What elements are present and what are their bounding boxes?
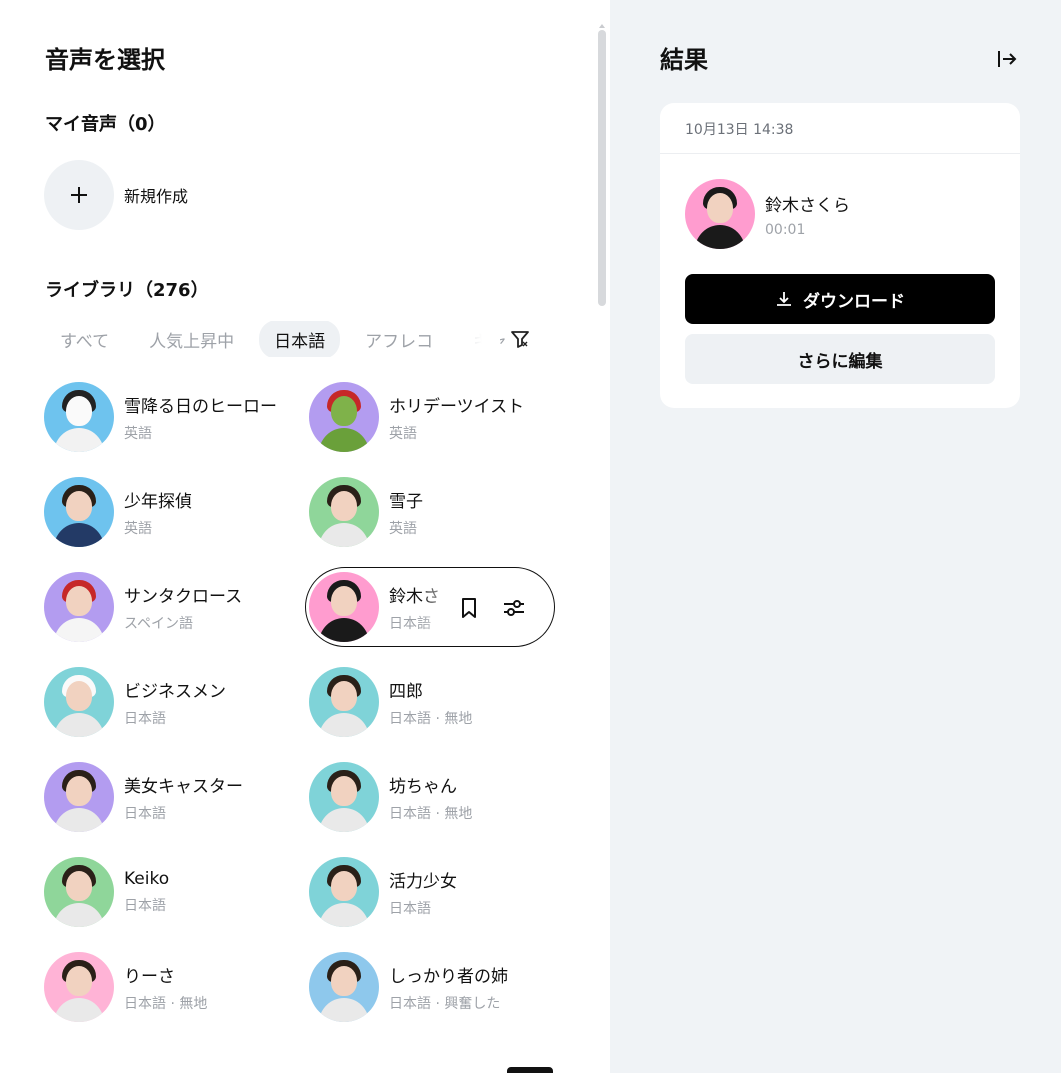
voice-language: 英語 [124,425,152,442]
selected-fade [422,575,452,635]
voice-language: 日本語 · 興奮した [389,995,501,1012]
voice-name: サンタクロース [124,586,243,607]
voice-name: 美女キャスター [124,776,243,797]
voice-selection-panel: 音声を選択 マイ音声（0） 新規作成 ライブラリ（276） すべて 人気上昇中 … [0,0,610,1073]
snowman-avatar [44,382,114,452]
tab-dubbing[interactable]: アフレコ [350,321,448,357]
voice-item[interactable]: 四郎日本語 · 無地 [309,667,472,737]
voice-name: 少年探偵 [124,491,192,512]
voice-language: スペイン語 [124,615,194,632]
voice-item[interactable]: Keiko 日本語 [44,857,169,927]
voice-name: 雪降る日のヒーロー [124,396,277,417]
voice-language: 英語 [389,520,417,537]
voice-language: 日本語 [389,900,431,917]
boy-avatar [309,667,379,737]
santa-avatar [44,572,114,642]
woman-avatar [685,179,755,249]
voice-name: 坊ちゃん [389,776,457,797]
voice-item[interactable]: 美女キャスター日本語 [44,762,243,832]
voice-item[interactable]: 雪子 英語 [309,477,423,547]
voice-language: 日本語 [124,898,166,914]
voice-language: 日本語 · 無地 [389,710,473,727]
scroll-up-arrow[interactable] [599,24,605,28]
doll-avatar [309,952,379,1022]
woman-avatar [309,477,379,547]
result-date: 10月13日 14:38 [685,122,794,138]
result-duration: 00:01 [765,221,806,238]
result-voice: 鈴木さくら 00:01 [685,179,850,249]
plus-icon [44,160,114,230]
woman-avatar [309,572,379,642]
exit-panel-icon[interactable] [995,47,1019,71]
voice-language: 日本語 [124,710,166,727]
voice-name: Keiko [124,869,170,889]
result-voice-name: 鈴木さくら [765,195,850,216]
voice-item[interactable]: ビジネスメン 日本語 [44,667,226,737]
girl-avatar [309,762,379,832]
bookmark-icon[interactable] [456,595,482,621]
tab-japanese[interactable]: 日本語 [259,321,341,357]
voice-name: ビジネスメン [124,681,226,702]
voice-item[interactable]: しっかり者の姉日本語 · 興奮した [309,952,508,1022]
grinch-avatar [309,382,379,452]
download-label: ダウンロード [803,291,905,312]
bottom-chip [507,1067,553,1073]
voice-language: 日本語 [124,805,166,822]
voice-name: りーさ [124,966,175,987]
filter-icon[interactable] [506,325,534,353]
voice-name: 雪子 [389,491,423,512]
download-button[interactable]: ダウンロード [685,274,995,324]
tab-all[interactable]: すべて [45,321,124,357]
woman-avatar [44,762,114,832]
voice-language: 日本語 · 無地 [389,805,473,822]
divider [660,153,1020,154]
voice-language: 英語 [124,520,152,537]
voice-language: 日本語 · 無地 [124,995,208,1012]
tab-trending[interactable]: 人気上昇中 [134,321,249,357]
new-voice-label: 新規作成 [124,187,189,206]
voice-name: 活力少女 [389,871,457,892]
sliders-icon[interactable] [501,595,527,621]
result-card: 10月13日 14:38 鈴木さくら 00:01 ダウンロード さらに編集 [660,103,1020,408]
voice-name: 四郎 [389,681,423,702]
voice-name: ホリデーツイスト [389,396,525,417]
selected-voice-item[interactable]: 鈴木さ 日本語 [309,572,440,642]
download-icon [777,292,791,306]
man-avatar [44,952,114,1022]
voice-item[interactable]: 雪降る日のヒーロー英語 [44,382,277,452]
library-heading: ライブラリ（276） [45,280,209,301]
girl-avatar [309,857,379,927]
new-voice-button[interactable]: 新規作成 [44,160,188,230]
voice-item[interactable]: 活力少女 日本語 [309,857,457,927]
chef-avatar [44,667,114,737]
tabs-fade [440,321,500,357]
voice-item[interactable]: サンタクローススペイン語 [44,572,242,642]
voice-item[interactable]: 少年探偵 英語 [44,477,192,547]
voice-name: しっかり者の姉 [389,966,508,987]
scrollbar-thumb[interactable] [598,30,606,306]
voice-language: 英語 [389,425,417,442]
result-title: 結果 [660,46,708,74]
boy-detective-avatar [44,477,114,547]
woman-avatar [44,857,114,927]
voice-item[interactable]: りーさ日本語 · 無地 [44,952,207,1022]
voice-item[interactable]: ホリデーツイスト英語 [309,382,524,452]
my-voices-heading: マイ音声（0） [45,114,166,135]
edit-more-button[interactable]: さらに編集 [685,334,995,384]
panel-title: 音声を選択 [45,46,165,74]
voice-item[interactable]: 坊ちゃん日本語 · 無地 [309,762,472,832]
